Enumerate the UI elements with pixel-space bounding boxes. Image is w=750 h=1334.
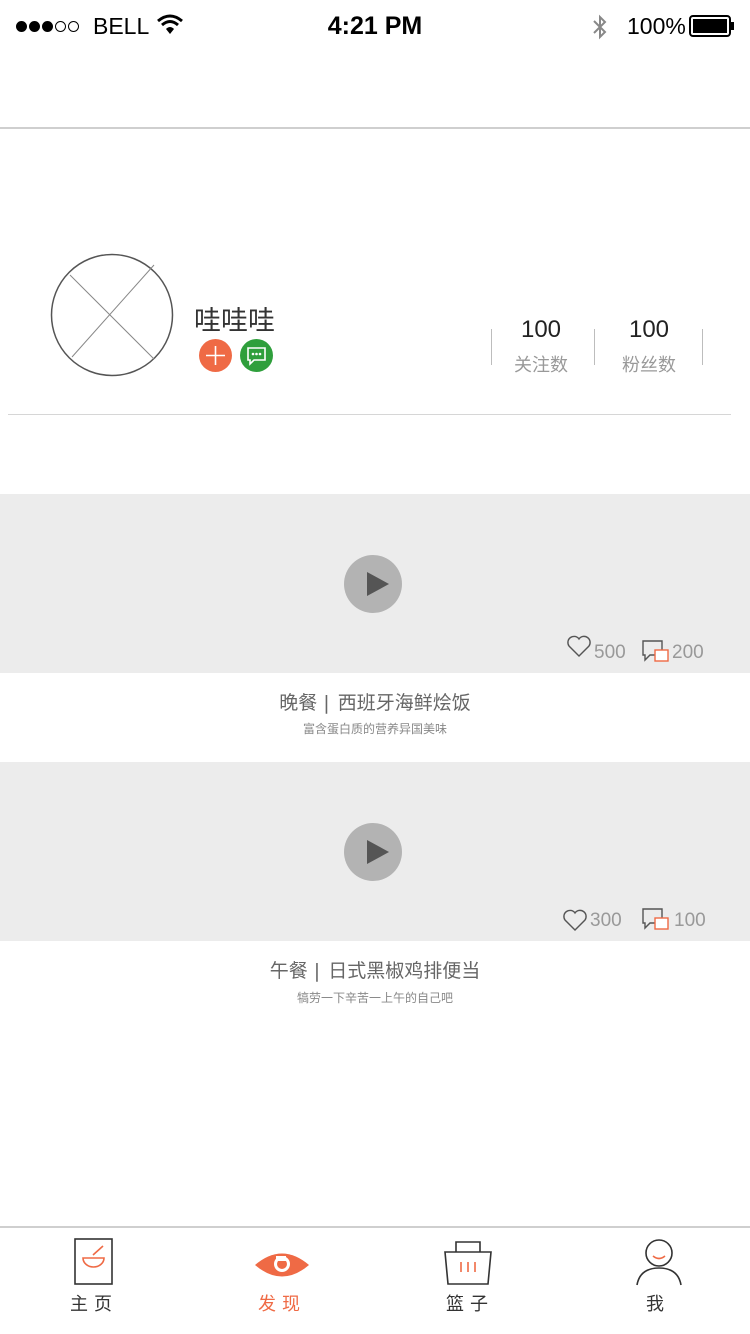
video-thumbnail[interactable]: 500 200 xyxy=(0,494,750,673)
tab-home[interactable]: 主页 xyxy=(0,1228,188,1334)
post-title[interactable]: 午餐 | 日式黑椒鸡排便当 xyxy=(0,956,750,983)
comment-count: 200 xyxy=(672,642,704,663)
title-separator: | xyxy=(313,960,321,982)
profile-divider xyxy=(8,414,731,415)
follow-button[interactable] xyxy=(199,339,232,372)
comment-icon[interactable] xyxy=(642,640,670,666)
heart-icon[interactable] xyxy=(566,634,592,658)
play-button[interactable] xyxy=(344,823,402,881)
comment-count: 100 xyxy=(674,910,706,931)
plus-icon xyxy=(206,346,225,365)
title-separator: | xyxy=(323,692,330,714)
stat-divider xyxy=(702,329,703,365)
avatar[interactable] xyxy=(50,253,174,377)
post-title[interactable]: 晚餐 | 西班牙海鲜烩饭 xyxy=(0,688,750,715)
following-count[interactable]: 100 xyxy=(489,316,593,344)
tab-discover[interactable]: 发现 xyxy=(188,1228,376,1334)
post-subtitle: 犒劳一下辛苦一上午的自己吧 xyxy=(296,991,453,1005)
tab-basket[interactable]: 篮子 xyxy=(376,1228,564,1334)
battery-icon xyxy=(689,15,734,37)
tab-basket-label: 篮子 xyxy=(446,1294,494,1315)
comment-icon[interactable] xyxy=(642,908,670,934)
heart-icon[interactable] xyxy=(562,908,588,932)
tab-me[interactable]: 我 xyxy=(564,1228,750,1334)
like-count: 500 xyxy=(594,642,626,663)
chat-bubble-icon xyxy=(247,347,266,366)
bowl-icon xyxy=(74,1238,113,1285)
eye-icon xyxy=(255,1253,309,1277)
status-bar: BELL 4:21 PM 100% xyxy=(0,0,750,52)
username: 哇哇哇 xyxy=(194,306,275,337)
followers-count[interactable]: 100 xyxy=(597,316,701,344)
like-count: 300 xyxy=(590,910,622,931)
dish-name: 西班牙海鲜烩饭 xyxy=(337,692,471,714)
person-icon xyxy=(636,1239,682,1286)
video-thumbnail[interactable]: 300 100 xyxy=(0,762,750,941)
dish-name: 日式黑椒鸡排便当 xyxy=(328,960,481,982)
followers-label[interactable]: 粉丝数 xyxy=(597,351,701,377)
play-button[interactable] xyxy=(344,555,402,613)
stat-divider xyxy=(594,329,595,365)
tab-home-label: 主页 xyxy=(70,1294,118,1315)
following-label[interactable]: 关注数 xyxy=(489,351,593,377)
tab-discover-label: 发现 xyxy=(258,1294,306,1315)
meal-type: 午餐 xyxy=(269,960,308,982)
tab-me-label: 我 xyxy=(646,1294,670,1315)
post-subtitle: 富含蛋白质的营养异国美味 xyxy=(302,722,447,736)
basket-icon xyxy=(444,1241,492,1285)
battery-percentage: 100% xyxy=(627,13,686,39)
meal-type: 晚餐 xyxy=(279,692,318,714)
message-button[interactable] xyxy=(240,339,273,372)
nav-bar-divider xyxy=(0,127,750,129)
bluetooth-icon xyxy=(593,14,607,40)
